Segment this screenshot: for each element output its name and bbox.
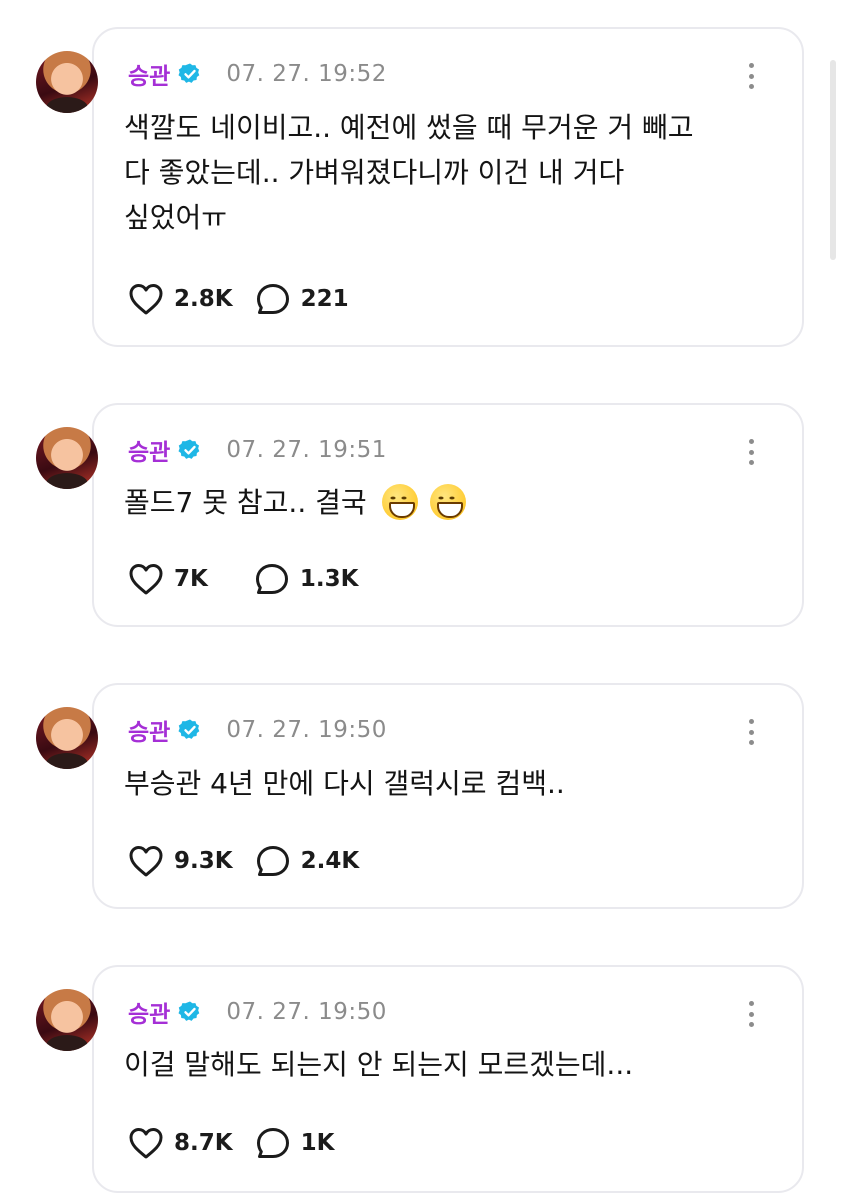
more-vertical-icon[interactable]: [741, 61, 761, 91]
like-count: 2.8K: [174, 286, 233, 312]
post-header: 승관 07. 27. 19:50: [128, 995, 387, 1029]
reply-button[interactable]: 1K: [255, 1126, 335, 1160]
avatar[interactable]: [36, 707, 98, 769]
post-actions: 8.7K 1K: [128, 1125, 334, 1161]
more-vertical-icon[interactable]: [741, 999, 761, 1029]
reply-button[interactable]: 221: [255, 282, 349, 316]
reply-count: 221: [300, 286, 349, 312]
avatar[interactable]: [36, 989, 98, 1051]
username[interactable]: 승관: [128, 995, 170, 1029]
post-card[interactable]: 승관 07. 27. 19:52 색깔도 네이비고.. 예전에 썼을 때 무거운…: [0, 27, 841, 349]
post-text: 부승관 4년 만에 다시 갤럭시로 컴백..: [124, 767, 565, 800]
verified-badge-icon: [178, 439, 200, 459]
username[interactable]: 승관: [128, 433, 170, 467]
post-text: 이걸 말해도 되는지 안 되는지 모르겠는데...: [124, 1048, 634, 1081]
heart-icon: [129, 284, 163, 315]
like-count: 9.3K: [174, 848, 233, 874]
avatar[interactable]: [36, 51, 98, 113]
heart-icon: [129, 564, 163, 595]
post-feed: 승관 07. 27. 19:52 색깔도 네이비고.. 예전에 썼을 때 무거운…: [0, 0, 841, 1200]
reply-button[interactable]: 2.4K: [255, 844, 360, 878]
post-timestamp: 07. 27. 19:50: [226, 717, 387, 743]
reply-count: 1K: [300, 1130, 335, 1156]
post-actions: 2.8K 221: [128, 281, 349, 317]
grinning-face-emoji: [429, 484, 466, 520]
like-count: 8.7K: [174, 1130, 233, 1156]
post-text: 색깔도 네이비고.. 예전에 썼을 때 무거운 거 빼고 다 좋았는데.. 가벼…: [124, 111, 694, 234]
post-text-content: 폴드7 못 참고.. 결국: [124, 486, 376, 519]
post-actions: 9.3K 2.4K: [128, 843, 359, 879]
speech-bubble-icon: [256, 846, 289, 876]
heart-icon: [129, 846, 163, 877]
reply-count: 2.4K: [300, 848, 360, 874]
post-card[interactable]: 승관 07. 27. 19:50 이걸 말해도 되는지 안 되는지 모르겠는데.…: [0, 965, 841, 1200]
verified-badge-icon: [178, 63, 200, 83]
heart-icon: [129, 1128, 163, 1159]
post-card[interactable]: 승관 07. 27. 19:51 폴드7 못 참고.. 결국 7K 1.3K: [0, 403, 841, 629]
post-card[interactable]: 승관 07. 27. 19:50 부승관 4년 만에 다시 갤럭시로 컴백.. …: [0, 683, 841, 911]
post-header: 승관 07. 27. 19:50: [128, 713, 387, 747]
more-vertical-icon[interactable]: [741, 437, 761, 467]
username[interactable]: 승관: [128, 57, 170, 91]
scrollbar[interactable]: [830, 60, 836, 260]
speech-bubble-icon: [255, 564, 288, 594]
like-button[interactable]: 9.3K: [128, 844, 233, 878]
reply-button[interactable]: 1.3K: [254, 562, 359, 596]
like-count: 7K: [174, 566, 208, 592]
post-actions: 7K 1.3K: [128, 561, 358, 597]
verified-badge-icon: [178, 1001, 200, 1021]
more-vertical-icon[interactable]: [741, 717, 761, 747]
username[interactable]: 승관: [128, 713, 170, 747]
like-button[interactable]: 8.7K: [128, 1126, 233, 1160]
grinning-face-emoji: [381, 484, 418, 520]
like-button[interactable]: 2.8K: [128, 282, 233, 316]
post-text: 폴드7 못 참고.. 결국: [124, 480, 794, 525]
post-header: 승관 07. 27. 19:51: [128, 433, 387, 467]
speech-bubble-icon: [256, 1128, 289, 1158]
like-button[interactable]: 7K: [128, 562, 208, 596]
reply-count: 1.3K: [299, 566, 359, 592]
avatar[interactable]: [36, 427, 98, 489]
post-header: 승관 07. 27. 19:52: [128, 57, 387, 91]
post-timestamp: 07. 27. 19:51: [226, 437, 387, 463]
verified-badge-icon: [178, 719, 200, 739]
post-timestamp: 07. 27. 19:52: [226, 61, 387, 87]
speech-bubble-icon: [256, 284, 289, 314]
post-timestamp: 07. 27. 19:50: [226, 999, 387, 1025]
